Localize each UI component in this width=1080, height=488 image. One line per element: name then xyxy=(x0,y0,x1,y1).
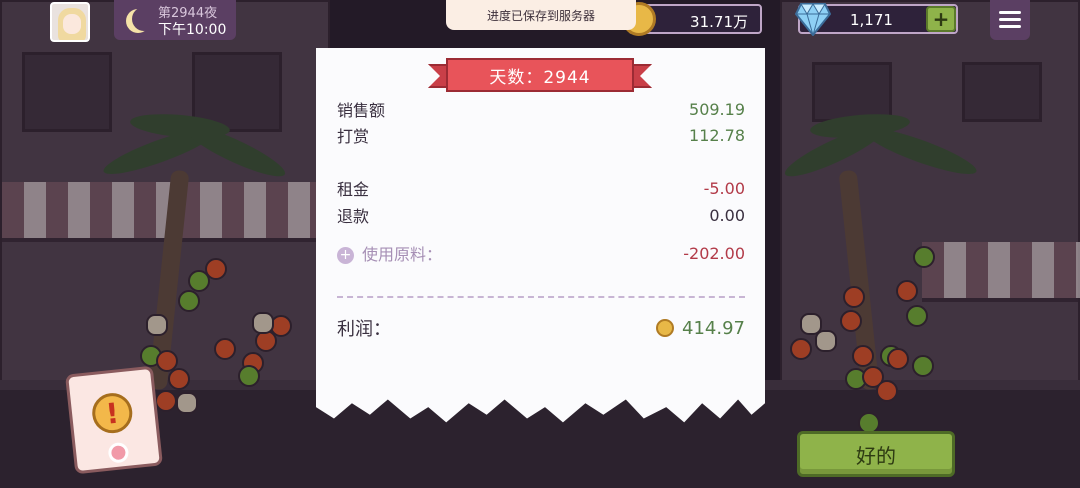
profit-value-wrap: 414.97 xyxy=(656,318,745,339)
receipt-row-label: 销售额 xyxy=(337,101,386,120)
coin-icon xyxy=(656,319,675,337)
moon-icon xyxy=(132,7,156,31)
receipt-row-value: 0.00 xyxy=(709,205,745,225)
menu-button[interactable] xyxy=(990,0,1030,40)
profit-value: 414.97 xyxy=(682,317,745,339)
profit-row: 利润： 414.97 xyxy=(337,314,745,342)
avatar-face xyxy=(63,14,81,34)
receipt-row-tips: 打赏 112.78 xyxy=(337,123,745,147)
coin-value: 31.71万 xyxy=(690,13,748,31)
receipt-row-value: -5.00 xyxy=(703,178,745,198)
clock-time: 下午10:00 xyxy=(158,22,227,38)
receipt-row-value: -202.00 xyxy=(683,243,745,263)
day-banner: 天数：2944 xyxy=(428,58,652,94)
hamburger-menu-icon xyxy=(999,11,1021,14)
receipt-row-sales: 销售额 509.19 xyxy=(337,97,745,121)
night-time-panel: 第2944夜 下午10:00 xyxy=(114,0,236,40)
receipt-row-label: 租金 xyxy=(337,180,370,199)
alert-card[interactable]: ! xyxy=(65,365,163,475)
day-banner-text: 天数：2944 xyxy=(446,58,634,92)
save-toast: 进度已保存到服务器 xyxy=(446,0,636,30)
receipt-row-label: 使用原料： xyxy=(362,245,443,264)
ok-button[interactable]: 好的 xyxy=(797,431,955,477)
receipt-row-value: 112.78 xyxy=(689,125,745,145)
receipt-row-ingredients[interactable]: + 使用原料： -202.00 xyxy=(337,241,745,265)
player-avatar[interactable] xyxy=(50,2,90,42)
add-gems-button[interactable]: + xyxy=(926,6,956,32)
plus-circle-icon[interactable]: + xyxy=(337,247,354,264)
receipt-row-value: 509.19 xyxy=(689,99,745,119)
receipt-row-rent: 租金 -5.00 xyxy=(337,176,745,200)
receipt-row-label: 打赏 xyxy=(337,127,370,146)
receipt-row-label-wrap: + 使用原料： xyxy=(337,241,442,265)
receipt-row-label: 退款 xyxy=(337,207,370,226)
receipt-row-refund: 退款 0.00 xyxy=(337,203,745,227)
diamond-icon xyxy=(795,3,831,36)
exclamation-alert-icon: ! xyxy=(90,391,135,436)
gem-value: 1,171 xyxy=(850,11,893,29)
profit-label: 利润： xyxy=(337,319,391,340)
alert-indicator-dot xyxy=(107,441,130,464)
receipt-divider xyxy=(337,296,745,298)
